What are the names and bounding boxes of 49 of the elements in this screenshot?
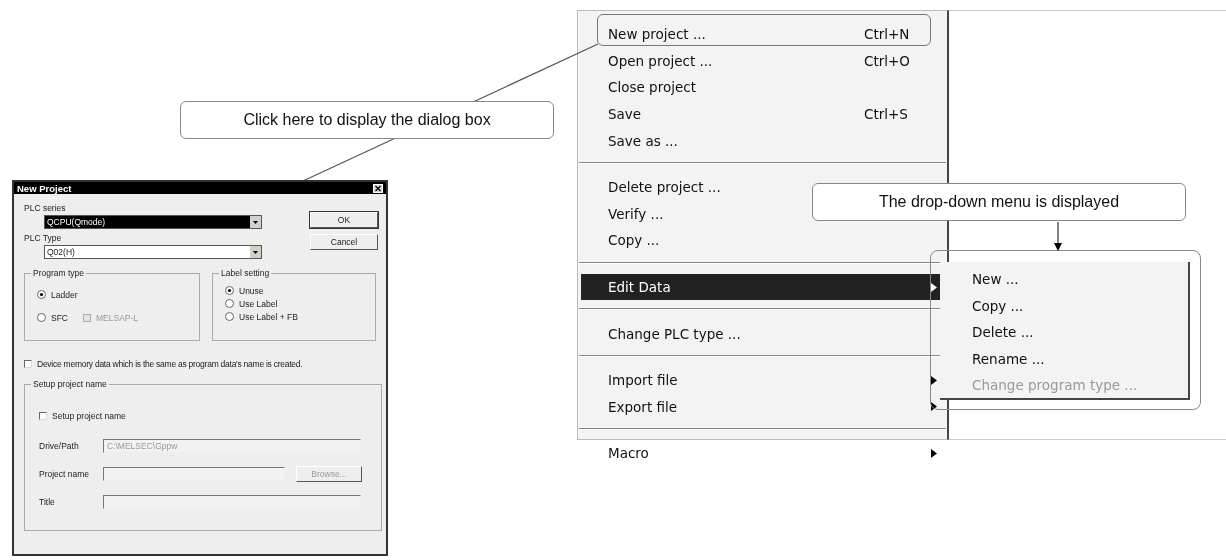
menu-item[interactable]: Close project bbox=[581, 74, 943, 101]
menu-item[interactable]: Open project ... Ctrl+O bbox=[581, 47, 943, 75]
menu-item[interactable]: Rename ... bbox=[972, 345, 1188, 373]
window-title: New Project bbox=[17, 182, 72, 194]
field-label: PLC series bbox=[24, 203, 67, 213]
cancel-button[interactable]: Cancel bbox=[310, 234, 378, 250]
callout-tooltip: The drop-down menu is displayed bbox=[812, 183, 1186, 221]
field-label: Drive/Path bbox=[39, 441, 80, 451]
radio-button[interactable] bbox=[225, 312, 234, 321]
callout-tooltip: Click here to display the dialog box bbox=[180, 101, 554, 139]
radio-button[interactable] bbox=[225, 286, 234, 295]
checkbox[interactable] bbox=[39, 411, 47, 420]
plc-series-dropdown[interactable]: QCPU(Qmode) bbox=[44, 215, 262, 229]
option-label: Setup project name bbox=[52, 410, 126, 421]
group-label: Label setting bbox=[219, 268, 272, 278]
menu-item[interactable]: Save as ... bbox=[581, 127, 943, 154]
option-label: Device memory data which is the same as program data's name is created. bbox=[37, 358, 303, 369]
option-label: MELSAP-L bbox=[96, 312, 139, 323]
menu-item[interactable]: Export file bbox=[581, 393, 943, 421]
input-field[interactable] bbox=[103, 467, 285, 481]
radio-button[interactable] bbox=[37, 313, 46, 322]
group-label: Setup project name bbox=[31, 379, 109, 389]
field-label: Project name bbox=[39, 469, 91, 479]
menu-item[interactable]: Copy ... bbox=[581, 227, 943, 254]
menu-item[interactable]: New project ... Ctrl+N bbox=[581, 21, 943, 48]
menu-item[interactable]: Macro bbox=[581, 440, 943, 467]
group-label: Program type bbox=[31, 268, 87, 278]
menu-item[interactable]: Save Ctrl+S bbox=[581, 100, 943, 128]
field-label: Title bbox=[39, 497, 56, 507]
option-label: SFC bbox=[51, 312, 68, 323]
menu-item[interactable]: Change PLC type ... bbox=[581, 320, 943, 347]
radio-button[interactable] bbox=[225, 299, 234, 308]
menu-item[interactable]: Delete ... bbox=[972, 319, 1188, 346]
menu-item[interactable]: New ... bbox=[972, 266, 1188, 293]
menu-item[interactable]: Copy ... bbox=[972, 292, 1188, 320]
radio-button[interactable] bbox=[37, 290, 46, 299]
option-label: Use Label + FB bbox=[239, 311, 298, 322]
field-label: PLC Type bbox=[24, 233, 63, 243]
input-field[interactable] bbox=[103, 495, 361, 509]
option-label: Unuse bbox=[239, 285, 264, 296]
menu-item[interactable]: Edit Data bbox=[581, 273, 943, 301]
option-label: Ladder bbox=[51, 289, 78, 300]
option-label: Use Label bbox=[239, 298, 278, 309]
leader-line bbox=[1054, 221, 1062, 251]
plc-type-dropdown[interactable]: Q02(H) bbox=[44, 245, 262, 259]
close-icon[interactable] bbox=[373, 183, 383, 193]
checkbox[interactable] bbox=[24, 359, 32, 368]
ok-button[interactable]: OK bbox=[310, 212, 378, 228]
menu-item[interactable]: Import file bbox=[581, 366, 943, 394]
